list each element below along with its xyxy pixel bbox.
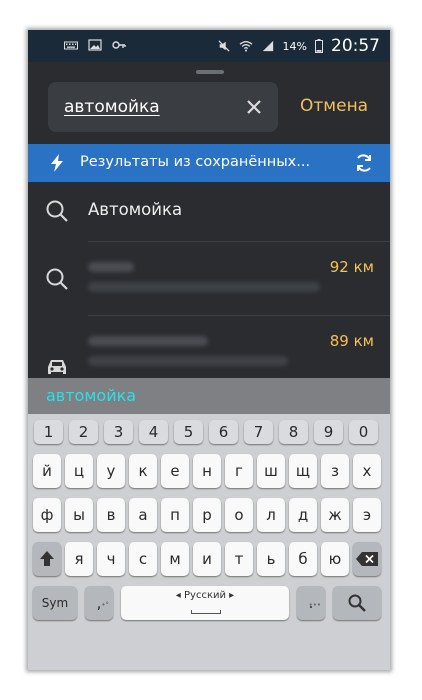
key-letter[interactable]: о [225,498,253,532]
key-letter[interactable]: с [129,542,157,576]
key-letter[interactable]: м [161,542,189,576]
search-icon [348,594,366,612]
result-distance: 89 км [329,332,374,350]
wifi-icon [239,41,252,52]
key-letter[interactable]: э [353,498,381,532]
key-letter[interactable]: т [225,542,253,576]
key-letter[interactable]: у [97,454,125,488]
settings-hint-icon: •° [101,601,109,609]
blurred-address [88,282,320,292]
key-letter[interactable]: д [289,498,317,532]
key-letter[interactable]: б [289,542,317,576]
status-left-icons [64,39,126,51]
key-letter[interactable]: ц [65,454,93,488]
language-label: ◂ Русский ▸ [175,590,235,601]
space-icon [191,610,221,614]
signal-icon [262,40,273,52]
search-icon [46,200,68,222]
lightning-icon [51,154,63,172]
on-screen-keyboard: 1 2 3 4 5 6 7 8 9 0 й ц у к е н г ш щ з … [28,414,390,670]
list-item[interactable]: 92 км [28,242,390,316]
clock: 20:57 [331,36,380,56]
battery-percent: 14% [282,39,307,53]
keyboard-icon [64,41,78,50]
blurred-title [88,336,208,346]
key-8[interactable]: 8 [279,420,308,444]
close-icon [247,100,261,114]
saved-results-banner: Результаты из сохранённых... [28,144,390,182]
search-key[interactable] [333,586,381,620]
suggestion-word[interactable]: автомойка [46,386,136,405]
key-letter[interactable]: щ [289,454,317,488]
key-5[interactable]: 5 [174,420,203,444]
refresh-icon[interactable] [354,153,374,173]
key-6[interactable]: 6 [209,420,238,444]
backspace-key[interactable] [353,542,381,576]
key-letter[interactable]: и [193,542,221,576]
key-letter[interactable]: з [321,454,349,488]
key-letter[interactable]: г [225,454,253,488]
key-letter[interactable]: ж [321,498,349,532]
period-key[interactable]: ••• . [297,586,325,620]
key-0[interactable]: 0 [349,420,378,444]
result-distance: 92 км [329,258,374,276]
mute-icon [217,40,230,52]
clear-search-button[interactable] [242,95,266,119]
blurred-address [88,356,288,366]
key-letter[interactable]: ш [257,454,285,488]
space-key[interactable]: ◂ Русский ▸ [121,586,289,620]
key-2[interactable]: 2 [69,420,98,444]
status-bar: 14% 20:57 [28,30,390,62]
key-letter[interactable]: я [65,542,93,576]
key-letter[interactable]: е [161,454,189,488]
key-letter[interactable]: р [193,498,221,532]
key-letter[interactable]: л [257,498,285,532]
sheet-drag-handle[interactable] [196,70,224,74]
list-item[interactable]: 89 км [28,316,390,378]
car-icon [48,360,66,374]
key-1[interactable]: 1 [34,420,63,444]
comma-key[interactable]: •° , [85,586,113,620]
sym-key[interactable]: Sym [33,586,77,620]
key-7[interactable]: 7 [244,420,273,444]
key-icon [112,41,126,49]
phone-screen: 14% 20:57 автомойка Отмена Результаты из… [28,30,390,670]
key-letter[interactable]: й [33,454,61,488]
key-3[interactable]: 3 [104,420,133,444]
key-letter[interactable]: в [97,498,125,532]
cancel-button[interactable]: Отмена [300,96,368,116]
key-letter[interactable]: ч [97,542,125,576]
shift-key[interactable] [33,542,61,576]
key-letter[interactable]: х [353,454,381,488]
blurred-title [88,262,134,272]
key-letter[interactable]: п [161,498,189,532]
key-letter[interactable]: к [129,454,157,488]
backspace-icon [356,552,378,566]
key-letter[interactable]: ы [65,498,93,532]
key-letter[interactable]: н [193,454,221,488]
battery-icon [315,39,323,53]
key-4[interactable]: 4 [139,420,168,444]
key-letter[interactable]: ф [33,498,61,532]
search-input[interactable]: автомойка [48,82,278,132]
key-9[interactable]: 9 [314,420,343,444]
result-title: Автомойка [88,200,183,219]
search-icon [46,268,68,290]
status-right-icons: 14% 20:57 [217,36,380,56]
results-list: Автомойка 92 км 89 км [28,182,390,378]
punctuation-hint-icon: ••• [308,601,321,609]
list-item[interactable]: Автомойка [28,182,390,242]
key-letter[interactable]: ь [257,542,285,576]
search-query-text: автомойка [64,97,160,117]
shift-icon [40,551,54,566]
key-letter[interactable]: ю [321,542,349,576]
key-letter[interactable]: а [129,498,157,532]
keyboard-suggestion-strip: автомойка [28,378,390,414]
image-icon [88,39,102,51]
banner-text: Результаты из сохранённых... [80,154,311,170]
